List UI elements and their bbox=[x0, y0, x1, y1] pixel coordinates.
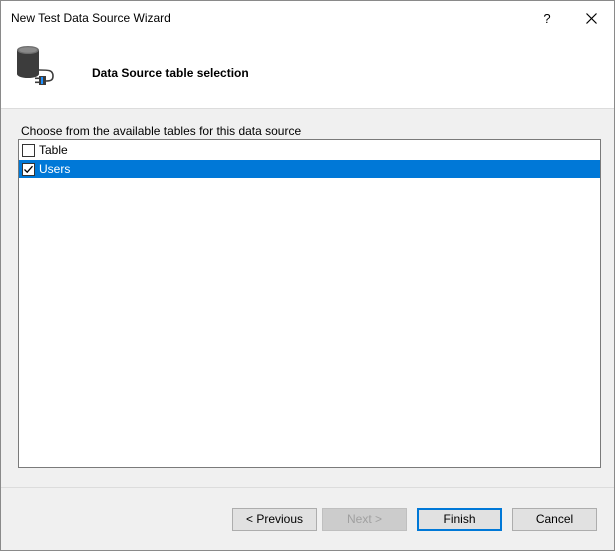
title-bar: New Test Data Source Wizard ? bbox=[1, 1, 614, 36]
list-item-users[interactable]: Users bbox=[19, 160, 600, 178]
previous-button[interactable]: < Previous bbox=[232, 508, 317, 531]
next-button[interactable]: Next > bbox=[322, 508, 407, 531]
checkmark-icon bbox=[24, 165, 33, 174]
users-checkbox[interactable] bbox=[22, 163, 35, 176]
finish-button[interactable]: Finish bbox=[417, 508, 502, 531]
table-checkbox[interactable] bbox=[22, 144, 35, 157]
cancel-button[interactable]: Cancel bbox=[512, 508, 597, 531]
close-icon bbox=[586, 13, 597, 24]
instructions-label: Choose from the available tables for thi… bbox=[21, 124, 302, 138]
list-item-table[interactable]: Table bbox=[19, 141, 600, 159]
database-plug-icon bbox=[13, 42, 63, 86]
page-title: Data Source table selection bbox=[92, 66, 249, 80]
footer-divider bbox=[1, 487, 614, 488]
wizard-dialog: New Test Data Source Wizard ? Data Sourc… bbox=[0, 0, 615, 551]
tables-listbox[interactable]: Table Users bbox=[18, 139, 601, 468]
close-button[interactable] bbox=[569, 1, 613, 36]
wizard-header: Data Source table selection bbox=[1, 36, 614, 109]
window-title: New Test Data Source Wizard bbox=[11, 11, 171, 25]
help-button[interactable]: ? bbox=[531, 1, 563, 36]
list-item-label: Users bbox=[39, 162, 71, 176]
list-item-label: Table bbox=[39, 143, 68, 157]
